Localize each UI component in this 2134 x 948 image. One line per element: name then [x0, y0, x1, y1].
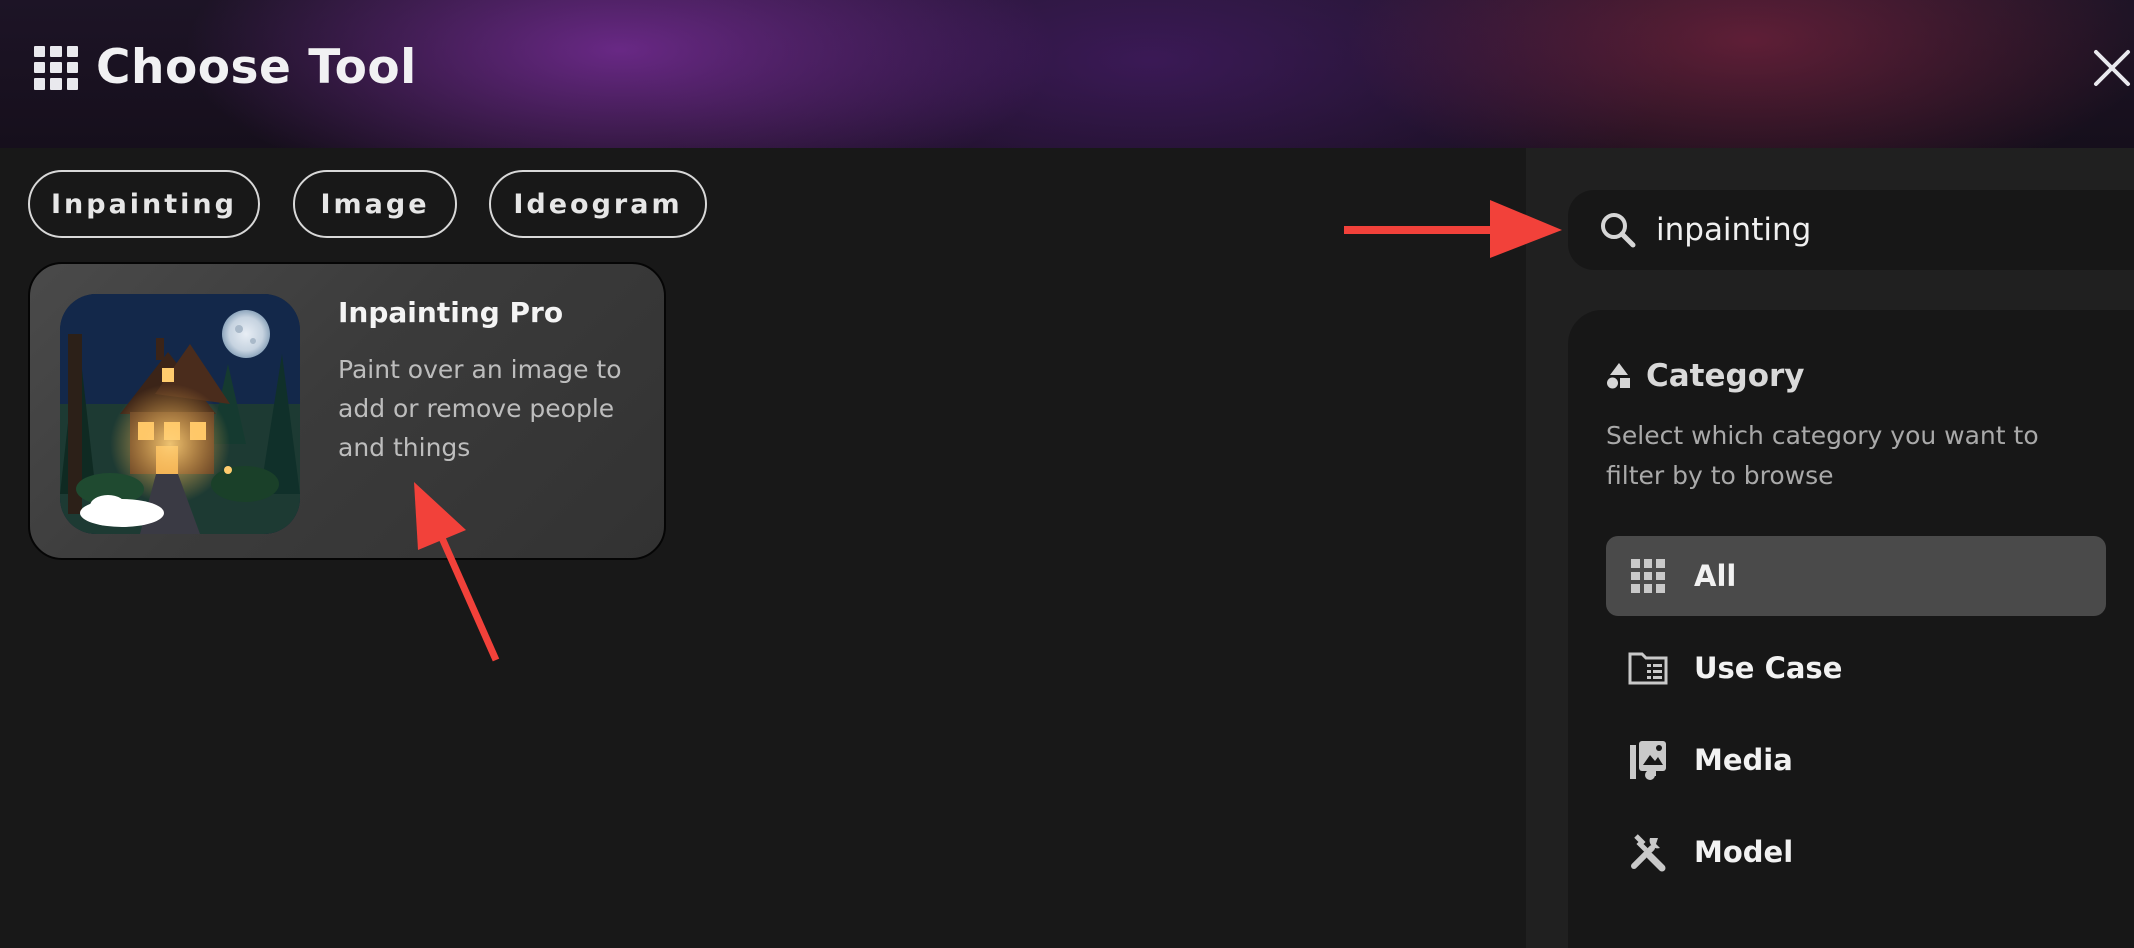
- folder-list-icon: [1626, 646, 1670, 690]
- category-item-use-case[interactable]: Use Case: [1606, 628, 2106, 708]
- dialog-header: Choose Tool: [0, 0, 2134, 148]
- media-library-icon: [1626, 738, 1670, 782]
- category-item-label: Use Case: [1694, 651, 1843, 685]
- category-header: Category: [1606, 358, 1805, 394]
- tool-name: Inpainting Pro: [338, 296, 564, 329]
- tool-thumbnail: [60, 294, 300, 534]
- category-item-label: All: [1694, 559, 1737, 593]
- close-icon: [2094, 50, 2130, 86]
- shapes-icon: [1607, 363, 1630, 389]
- category-item-media[interactable]: Media: [1606, 720, 2106, 800]
- category-panel: Category Select which category you want …: [1568, 310, 2134, 948]
- choose-tool-dialog: Choose Tool Inpainting Image Ideogram In…: [0, 0, 2134, 948]
- category-title: Category: [1646, 358, 1805, 394]
- category-item-all[interactable]: All: [1606, 536, 2106, 616]
- grid-icon: [1626, 554, 1670, 598]
- search-bar[interactable]: [1568, 190, 2134, 270]
- filter-chip-inpainting[interactable]: Inpainting: [28, 170, 260, 238]
- close-button[interactable]: [2090, 46, 2134, 90]
- tool-description: Paint over an image to add or remove peo…: [338, 355, 622, 462]
- filter-chip-image[interactable]: Image: [293, 170, 457, 238]
- search-input[interactable]: [1654, 211, 2098, 249]
- category-item-label: Media: [1694, 743, 1793, 777]
- category-description: Select which category you want to filter…: [1606, 421, 2039, 490]
- category-item-label: Model: [1694, 835, 1794, 869]
- dialog-title: Choose Tool: [96, 40, 417, 95]
- grid-icon: [34, 45, 78, 90]
- search-icon: [1601, 213, 1636, 248]
- title-group: Choose Tool: [34, 40, 417, 95]
- tools-icon: [1626, 830, 1670, 874]
- category-item-model[interactable]: Model: [1606, 812, 2106, 892]
- tool-card-inpainting-pro[interactable]: Inpainting Pro Paint over an image to ad…: [28, 262, 666, 560]
- filter-chip-ideogram[interactable]: Ideogram: [489, 170, 707, 238]
